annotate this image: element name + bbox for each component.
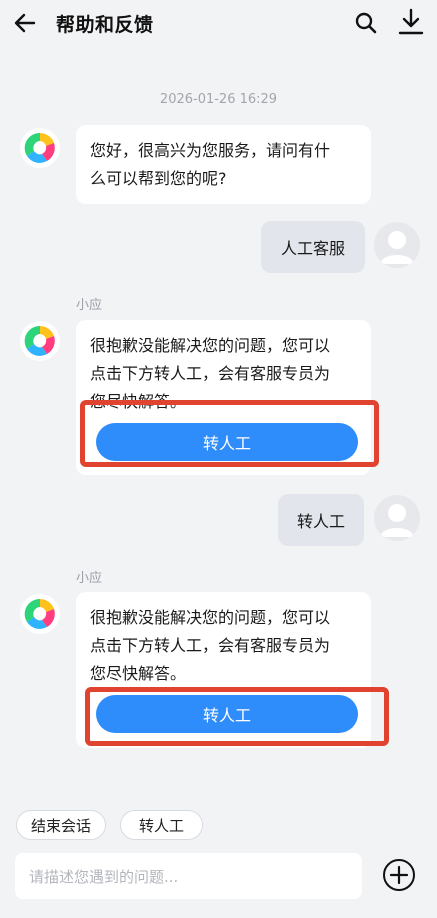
add-button[interactable]	[382, 858, 416, 892]
user-message-bubble: 人工客服	[261, 221, 365, 273]
download-button[interactable]	[396, 7, 426, 37]
user-message-bubble: 转人工	[278, 494, 364, 546]
message-line: 点击下方转人工，会有客服专员为	[90, 636, 331, 655]
quick-reply-end-session[interactable]: 结束会话	[16, 810, 106, 840]
user-avatar	[374, 222, 420, 268]
bot-avatar	[20, 321, 60, 361]
user-silhouette-icon	[380, 504, 414, 537]
bot-message-bubble: 您好，很高兴为您服务，请问有什 么可以帮到您的呢?	[76, 125, 371, 204]
message-line: 点击下方转人工，会有客服专员为	[90, 364, 331, 383]
search-button[interactable]	[352, 9, 380, 37]
sender-name: 小应	[76, 298, 103, 313]
bot-logo-icon	[24, 325, 55, 356]
message-line: 您尽快解答。	[90, 664, 187, 683]
user-avatar	[374, 495, 420, 541]
user-silhouette-icon	[380, 231, 414, 264]
message-input[interactable]: 请描述您遇到的问题...	[15, 853, 362, 899]
page-title: 帮助和反馈	[56, 14, 154, 36]
quick-reply-transfer[interactable]: 转人工	[120, 810, 203, 840]
back-button[interactable]	[10, 8, 40, 38]
bot-avatar	[20, 594, 60, 634]
bot-logo-icon	[24, 598, 55, 629]
message-text: 转人工	[296, 512, 345, 531]
chat-timestamp: 2026-01-26 16:29	[159, 92, 278, 107]
download-icon	[398, 8, 424, 35]
bot-logo-icon	[24, 132, 55, 163]
search-icon	[355, 12, 377, 34]
highlight-box	[80, 400, 379, 467]
message-text: 人工客服	[280, 239, 345, 258]
top-bar: 帮助和反馈	[0, 0, 437, 46]
plus-circle-icon	[383, 859, 415, 891]
highlight-box	[85, 687, 389, 746]
message-line: 么可以帮到您的呢?	[90, 169, 227, 188]
bot-avatar	[20, 128, 60, 168]
arrow-left-icon	[14, 13, 36, 33]
message-line: 您好，很高兴为您服务，请问有什	[90, 141, 331, 160]
message-line: 很抱歉没能解决您的问题，您可以	[90, 336, 331, 355]
message-line: 很抱歉没能解决您的问题，您可以	[90, 608, 331, 627]
sender-name: 小应	[76, 571, 103, 586]
